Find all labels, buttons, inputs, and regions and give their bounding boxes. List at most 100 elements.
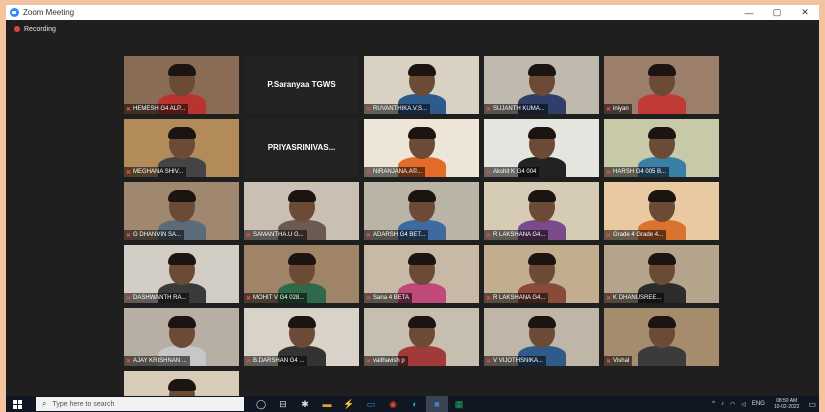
- participant-hair: [168, 127, 196, 139]
- participant-name: NIRANJANA.A©...: [373, 169, 423, 175]
- notifications-icon[interactable]: ▭: [808, 400, 816, 409]
- chrome-icon[interactable]: ◉: [382, 396, 404, 412]
- participant-name-label: ✖ SAMANTHA.U G...: [244, 230, 307, 240]
- participant-name: AJAY KRISHNAN ...: [133, 358, 187, 364]
- participant-hair: [168, 64, 196, 76]
- participant-name-label: ✖ HARSH G4 005 B...: [604, 167, 670, 177]
- participant-name-label: ✖ R LAKSHANA G4...: [484, 230, 549, 240]
- participant-name: R LAKSHANA G4...: [493, 232, 546, 238]
- participant-hair: [648, 316, 676, 328]
- mic-muted-icon: ✖: [246, 232, 252, 239]
- mic-muted-icon: ✖: [126, 169, 132, 176]
- participant-tile[interactable]: ✖ R LAKSHANA G4...: [484, 245, 599, 303]
- participant-name: vaithavish p: [373, 358, 405, 364]
- participant-hair: [528, 253, 556, 265]
- mic-muted-icon: ✖: [126, 358, 132, 365]
- participant-tile[interactable]: ✖ HARSH G4 005 B...: [604, 119, 719, 177]
- participant-tile[interactable]: ✖ MEGHANA SHIV...: [124, 119, 239, 177]
- taskbar-search-box[interactable]: ⌕ Type here to search: [36, 397, 244, 411]
- language-indicator[interactable]: ENG: [752, 401, 765, 407]
- participant-tile[interactable]: ✖ HEMESH G4 ALP...: [124, 56, 239, 114]
- participant-tile[interactable]: P.Saranyaa TGWS: [244, 56, 359, 114]
- zoom-app-icon[interactable]: ■: [426, 396, 448, 412]
- participant-display-name: PRIYASRINIVAS...: [267, 143, 336, 152]
- participant-hair: [408, 316, 436, 328]
- task-view-icon[interactable]: ⊟: [272, 396, 294, 412]
- participant-tile[interactable]: ✖ R LAKSHANA G4...: [484, 182, 599, 240]
- participant-tile[interactable]: ✖ DASHWANTH RA...: [124, 245, 239, 303]
- participant-tile[interactable]: ✖ MOHIT V G4 028...: [244, 245, 359, 303]
- participant-tile[interactable]: ✖ vaithavish p: [364, 308, 479, 366]
- mic-muted-icon: ✖: [606, 169, 612, 176]
- participant-hair: [648, 127, 676, 139]
- chevron-up-icon[interactable]: ^: [712, 401, 715, 407]
- mic-muted-icon: ✖: [126, 106, 132, 113]
- cortana-icon[interactable]: ◯: [250, 396, 272, 412]
- zoom-logo-icon: [10, 8, 19, 17]
- participant-display-name: P.Saranyaa TGWS: [267, 80, 336, 89]
- participant-tile[interactable]: ✖ AJAY KRISHNAN ...: [124, 308, 239, 366]
- mic-icon[interactable]: ♪: [721, 401, 724, 407]
- dropbox-icon[interactable]: ✱: [294, 396, 316, 412]
- mic-muted-icon: ✖: [366, 169, 372, 176]
- participant-name-label: ✖ MOHIT V G4 028...: [244, 293, 308, 303]
- participant-name: iniyan: [613, 106, 629, 112]
- wifi-icon[interactable]: ◠: [730, 401, 735, 408]
- start-button[interactable]: [6, 399, 28, 409]
- participant-hair: [168, 190, 196, 202]
- participant-tile[interactable]: ✖ Akshit K G4 004: [484, 119, 599, 177]
- participant-name-label: ✖ vaithavish p: [364, 356, 408, 366]
- participant-hair: [288, 253, 316, 265]
- search-placeholder: Type here to search: [52, 400, 115, 408]
- participant-hair: [168, 253, 196, 265]
- participant-name-label: ✖ K DHANUSREE...: [604, 293, 665, 303]
- gallery-grid: ✖ HEMESH G4 ALP... P.Saranyaa TGWS ✖ RUVANTH…: [124, 56, 719, 412]
- close-button[interactable]: ✕: [791, 7, 819, 18]
- winamp-icon[interactable]: ⚡: [338, 396, 360, 412]
- participant-name-label: ✖ iniyan: [604, 104, 632, 114]
- recording-indicator[interactable]: Recording: [6, 20, 819, 38]
- title-bar: Zoom Meeting — ▢ ✕: [6, 5, 819, 20]
- participant-name: Sana 4 BETA: [373, 295, 409, 301]
- participant-name-label: ✖ Grade 4 Grade 4...: [604, 230, 667, 240]
- participant-hair: [408, 64, 436, 76]
- participant-tile[interactable]: ✖ NIRANJANA.A©...: [364, 119, 479, 177]
- maximize-button[interactable]: ▢: [763, 7, 791, 18]
- participant-hair: [648, 253, 676, 265]
- participant-tile[interactable]: ✖ ADARSH G4 BET...: [364, 182, 479, 240]
- file-explorer-icon[interactable]: ▬: [316, 396, 338, 412]
- participant-tile[interactable]: ✖ SUJANTH KUMA...: [484, 56, 599, 114]
- mic-muted-icon: ✖: [606, 295, 612, 302]
- minimize-button[interactable]: —: [735, 8, 763, 18]
- participant-tile[interactable]: ✖ K DHANUSREE...: [604, 245, 719, 303]
- edge-icon[interactable]: ◐: [404, 396, 426, 412]
- mic-muted-icon: ✖: [606, 358, 612, 365]
- participant-tile[interactable]: ✖ Sana 4 BETA: [364, 245, 479, 303]
- participant-tile[interactable]: PRIYASRINIVAS...: [244, 119, 359, 177]
- participant-hair: [408, 127, 436, 139]
- mic-muted-icon: ✖: [486, 295, 492, 302]
- participant-body: [638, 94, 686, 114]
- participant-name-label: ✖ Akshit K G4 004: [484, 167, 540, 177]
- participant-tile[interactable]: ✖ iniyan: [604, 56, 719, 114]
- volume-icon[interactable]: ◁: [741, 401, 746, 408]
- participant-tile[interactable]: ✖ G DHANVIN SA...: [124, 182, 239, 240]
- zoom-window: Zoom Meeting — ▢ ✕ Recording ✖ HEMESH G4 …: [6, 5, 819, 412]
- participant-tile[interactable]: ✖ V VIJOTHSNIKA...: [484, 308, 599, 366]
- participant-name: SAMANTHA.U G...: [253, 232, 304, 238]
- taskbar-clock[interactable]: 08:50 AM 10-02-2022: [774, 398, 800, 410]
- excel-icon[interactable]: ▦: [448, 396, 470, 412]
- window-title: Zoom Meeting: [23, 8, 75, 17]
- participant-tile[interactable]: ✖ B.DARSHAN G4 ...: [244, 308, 359, 366]
- participant-tile[interactable]: ✖ Vishal: [604, 308, 719, 366]
- participant-tile[interactable]: ✖ RUVANTHIKA.V.S...: [364, 56, 479, 114]
- participant-tile[interactable]: ✖ SAMANTHA.U G...: [244, 182, 359, 240]
- participant-name-label: ✖ ADARSH G4 BET...: [364, 230, 429, 240]
- mail-icon[interactable]: ▭: [360, 396, 382, 412]
- participant-tile[interactable]: ✖ Grade 4 Grade 4...: [604, 182, 719, 240]
- recording-label: Recording: [24, 25, 56, 33]
- participant-name-label: ✖ HEMESH G4 ALP...: [124, 104, 189, 114]
- mic-muted-icon: ✖: [366, 358, 372, 365]
- windows-logo-icon: [12, 399, 22, 409]
- participant-name-label: ✖ Sana 4 BETA: [364, 293, 412, 303]
